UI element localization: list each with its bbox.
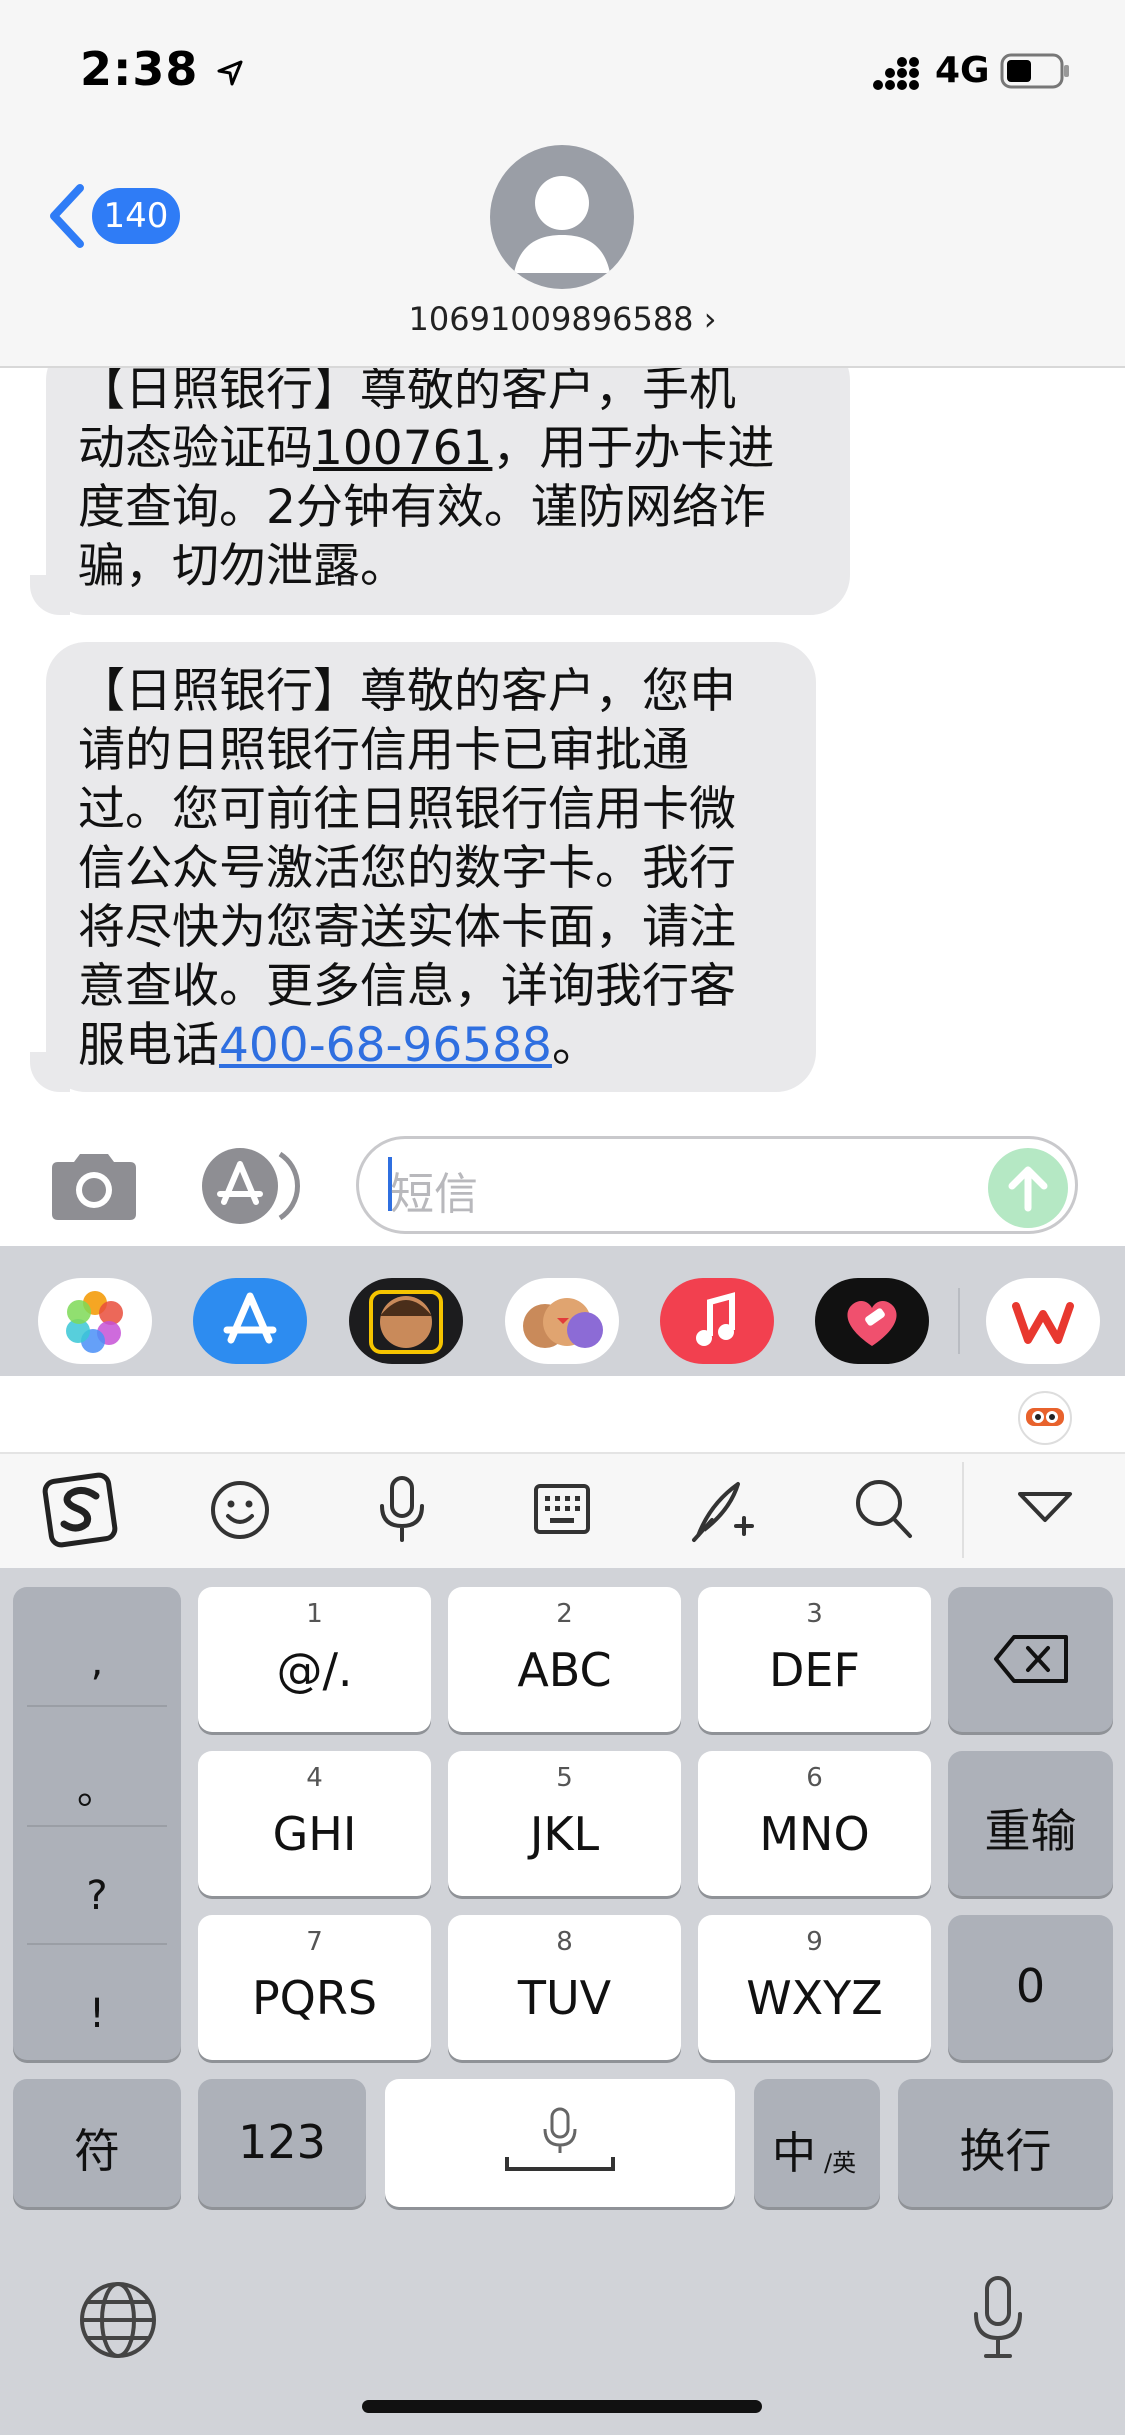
- message-line: 请的日照银行信用卡已审批通: [78, 723, 689, 778]
- photos-app-icon[interactable]: [38, 1278, 152, 1364]
- verification-code[interactable]: 100761: [313, 421, 492, 476]
- reinput-key[interactable]: 重输: [948, 1751, 1113, 1896]
- message-line: 服电话400-68-96588。: [78, 1018, 599, 1073]
- message-line: 【日照银行】尊敬的客户，您申: [78, 664, 736, 719]
- newline-key[interactable]: 换行: [898, 2079, 1113, 2207]
- punct-question[interactable]: ?: [13, 1873, 181, 1919]
- keyboard-switch-icon[interactable]: [532, 1482, 592, 1538]
- wps-app-icon[interactable]: [986, 1278, 1100, 1364]
- punct-separator: [27, 1943, 167, 1945]
- music-app-icon[interactable]: [660, 1278, 774, 1364]
- home-indicator[interactable]: [362, 2400, 762, 2413]
- space-mic-icon: [505, 2107, 615, 2171]
- emoji-icon[interactable]: [208, 1478, 272, 1542]
- app-strip-divider: [958, 1288, 960, 1354]
- key-5[interactable]: 5 JKL: [448, 1751, 681, 1896]
- person-icon: [514, 176, 610, 273]
- voice-input-icon[interactable]: [374, 1474, 430, 1546]
- sogou-logo-icon[interactable]: [42, 1470, 122, 1550]
- message-line: 将尽快为您寄送实体卡面，请注: [78, 900, 736, 955]
- message-line: 【日照银行】尊敬的客户，手机: [78, 362, 736, 417]
- phone-link[interactable]: 400-68-96588: [219, 1018, 552, 1073]
- symbols-key[interactable]: 符: [13, 2079, 181, 2207]
- message-placeholder: 短信: [390, 1169, 478, 1220]
- key-9[interactable]: 9 WXYZ: [698, 1915, 931, 2060]
- signal-icon: [873, 57, 919, 90]
- app-store-app-icon[interactable]: [193, 1278, 307, 1364]
- contact-avatar[interactable]: [490, 145, 634, 289]
- network-type: 4G: [935, 50, 990, 91]
- sogou-mascot-icon[interactable]: [1014, 1386, 1076, 1446]
- punctuation-column[interactable]: , 。 ? !: [13, 1587, 181, 2060]
- numbers-key[interactable]: 123: [198, 2079, 366, 2207]
- message-bubble[interactable]: 【日照银行】尊敬的客户，您申 请的日照银行信用卡已审批通 过。您可前往日照银行信…: [46, 642, 816, 1092]
- send-button[interactable]: [988, 1148, 1068, 1228]
- message-line: 过。您可前往日照银行信用卡微: [78, 782, 736, 837]
- candidate-bar: [0, 1376, 1125, 1452]
- punct-comma[interactable]: ,: [13, 1639, 181, 1685]
- back-unread-badge[interactable]: 140: [92, 188, 180, 244]
- animoji-app-icon[interactable]: [505, 1278, 619, 1364]
- delete-icon: [994, 1635, 1068, 1683]
- hide-keyboard-icon[interactable]: [1016, 1490, 1074, 1526]
- key-7[interactable]: 7 PQRS: [198, 1915, 431, 2060]
- key-8[interactable]: 8 TUV: [448, 1915, 681, 2060]
- key-6[interactable]: 6 MNO: [698, 1751, 931, 1896]
- heart-app-icon[interactable]: [815, 1278, 929, 1364]
- punct-separator: [27, 1705, 167, 1707]
- status-time: 2:38: [80, 42, 245, 96]
- zero-key[interactable]: 0: [948, 1915, 1113, 2060]
- battery-icon: [1000, 53, 1069, 89]
- message-line: 动态验证码100761，用于办卡进: [78, 421, 775, 476]
- dictation-icon[interactable]: [968, 2274, 1028, 2364]
- message-bubble[interactable]: 【日照银行】尊敬的客户，手机 动态验证码100761，用于办卡进 度查询。2分钟…: [46, 340, 850, 615]
- globe-icon[interactable]: [78, 2280, 158, 2360]
- key-2[interactable]: 2 ABC: [448, 1587, 681, 1732]
- message-line: 度查询。2分钟有效。谨防网络诈: [78, 480, 766, 535]
- key-1[interactable]: 1 @/.: [198, 1587, 431, 1732]
- delete-key[interactable]: [948, 1587, 1113, 1732]
- toolbar-divider: [962, 1462, 964, 1558]
- contact-number[interactable]: 10691009896588 ›: [0, 300, 1125, 338]
- bubble-tail: [30, 575, 70, 615]
- app-store-icon[interactable]: [200, 1146, 306, 1226]
- key-4[interactable]: 4 GHI: [198, 1751, 431, 1896]
- space-key[interactable]: [385, 2079, 735, 2207]
- key-3[interactable]: 3 DEF: [698, 1587, 931, 1732]
- punct-exclaim[interactable]: !: [13, 1991, 181, 2037]
- punct-separator: [27, 1825, 167, 1827]
- message-line: 骗，切勿泄露。: [78, 539, 407, 594]
- bubble-tail: [30, 1052, 70, 1092]
- punct-period[interactable]: 。: [13, 1757, 181, 1815]
- arrow-up-icon: [1008, 1166, 1048, 1212]
- back-chevron-icon[interactable]: [44, 182, 88, 250]
- handwriting-icon[interactable]: [690, 1474, 756, 1544]
- message-line: 意查收。更多信息，详询我行客: [78, 959, 736, 1014]
- memoji-app-icon[interactable]: [349, 1278, 463, 1364]
- message-line: 信公众号激活您的数字卡。我行: [78, 841, 736, 896]
- search-icon[interactable]: [852, 1476, 916, 1542]
- language-switch-key[interactable]: 中 /英: [754, 2079, 880, 2207]
- camera-icon[interactable]: [48, 1150, 140, 1222]
- location-arrow-icon: [217, 60, 243, 85]
